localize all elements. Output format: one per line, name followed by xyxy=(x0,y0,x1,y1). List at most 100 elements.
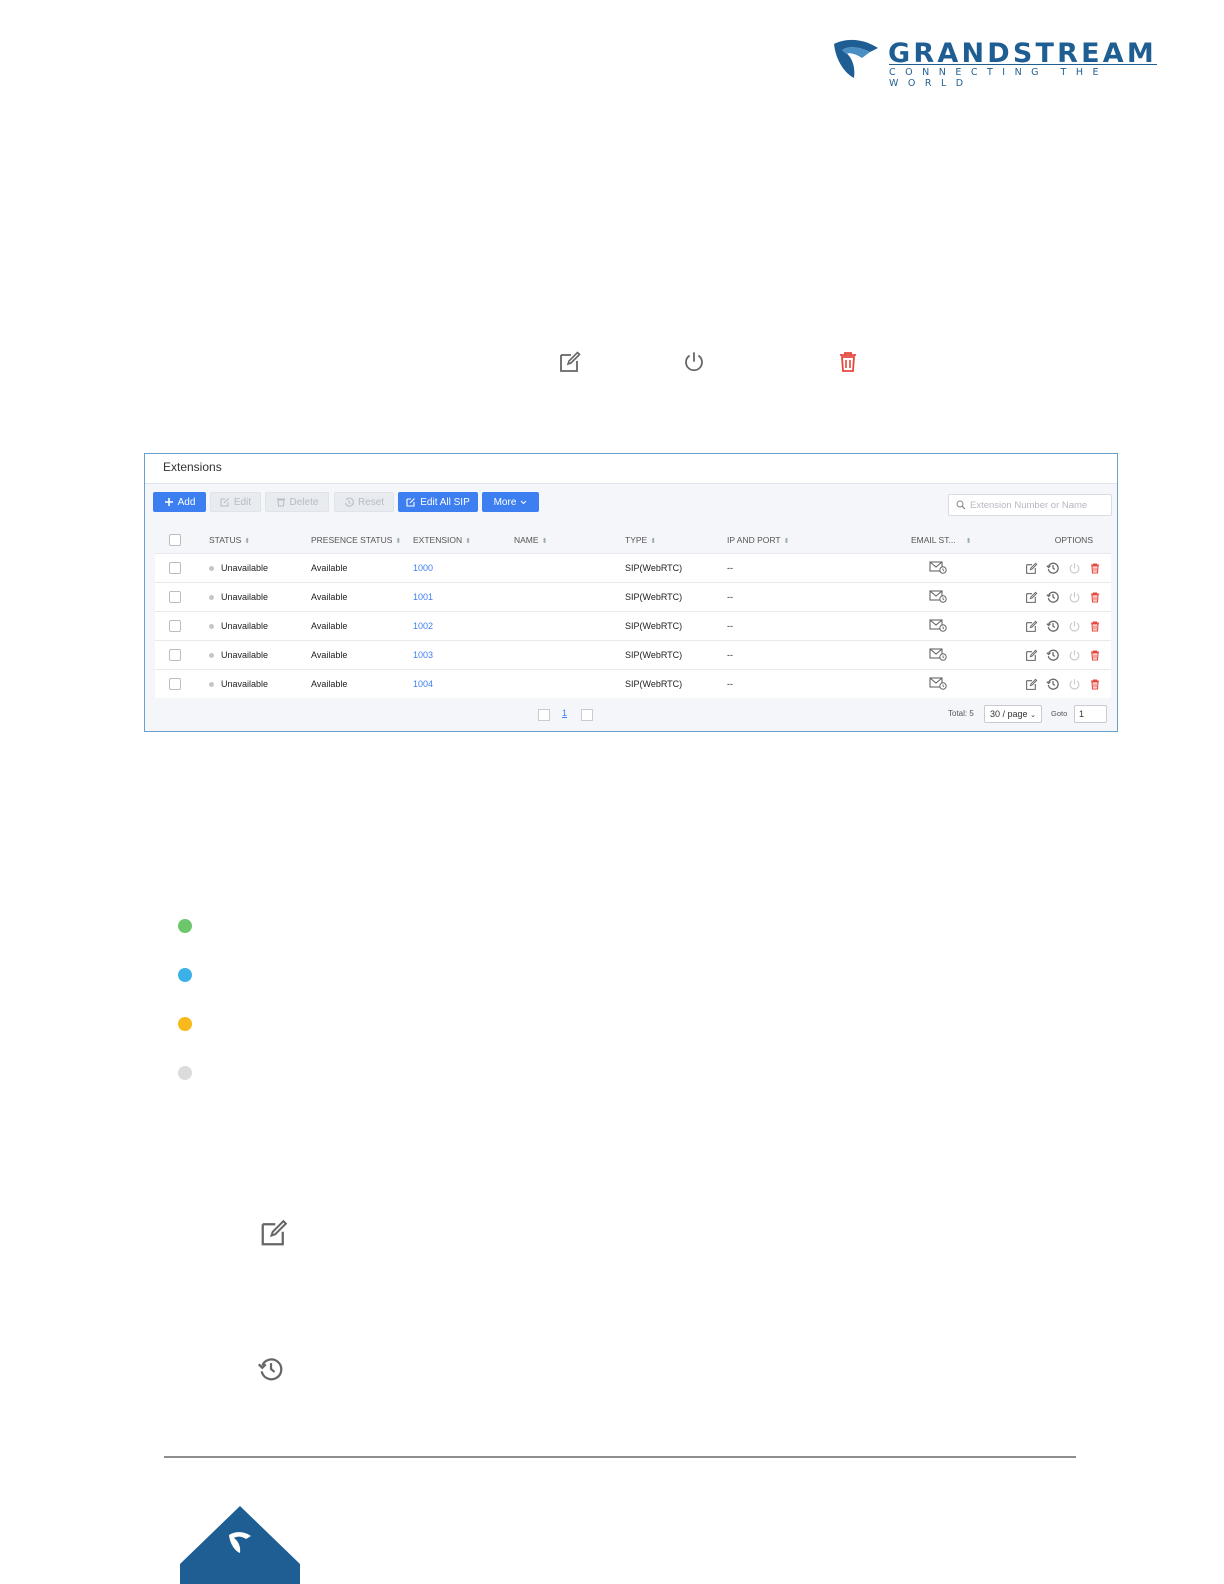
column-header-email-status[interactable]: EMAIL ST... ⬍ xyxy=(911,527,991,554)
extension-link[interactable]: 1003 xyxy=(413,650,433,660)
reset-button-label: Reset xyxy=(357,496,385,508)
column-header-presence[interactable]: PRESENCE STATUS ⬍ xyxy=(311,527,413,554)
column-header-status[interactable]: STATUS ⬍ xyxy=(209,527,311,554)
power-icon[interactable] xyxy=(1068,620,1081,633)
trash-icon[interactable] xyxy=(1089,649,1101,662)
status-dot-green xyxy=(178,919,192,933)
edit-icon[interactable] xyxy=(1025,562,1038,575)
row-checkbox[interactable] xyxy=(169,562,181,574)
power-icon[interactable] xyxy=(1068,591,1081,604)
edit-icon[interactable] xyxy=(1025,678,1038,691)
reset-history-icon[interactable] xyxy=(1046,648,1060,662)
type-cell: SIP(WebRTC) xyxy=(625,611,727,641)
next-page-button[interactable] xyxy=(581,709,593,721)
row-checkbox[interactable] xyxy=(169,649,181,661)
more-dropdown-button[interactable]: More xyxy=(482,492,539,512)
email-status-cell xyxy=(911,611,991,641)
search-input[interactable]: Extension Number or Name xyxy=(948,494,1112,516)
search-icon xyxy=(956,500,966,510)
options-cell xyxy=(991,582,1111,612)
options-cell xyxy=(991,640,1111,670)
name-cell xyxy=(514,611,625,641)
delete-button-label: Delete xyxy=(289,496,319,508)
trash-icon[interactable] xyxy=(1089,620,1101,633)
edit-button[interactable]: Edit xyxy=(210,492,261,512)
email-status-cell xyxy=(911,640,991,670)
page-number-current[interactable]: 1 xyxy=(562,708,567,718)
power-icon[interactable] xyxy=(1068,678,1081,691)
reset-history-icon[interactable] xyxy=(1046,590,1060,604)
goto-page-input[interactable]: 1 xyxy=(1074,705,1107,723)
row-checkbox[interactable] xyxy=(169,591,181,603)
status-cell: Unavailable xyxy=(209,553,311,583)
status-dot xyxy=(209,653,214,659)
chevron-down-icon: ⌄ xyxy=(1030,712,1036,719)
email-status-cell xyxy=(911,669,991,698)
trash-icon[interactable] xyxy=(1089,562,1101,575)
status-text: Unavailable xyxy=(221,592,269,602)
search-placeholder: Extension Number or Name xyxy=(970,500,1088,511)
edit-all-sip-button[interactable]: Edit All SIP xyxy=(398,492,478,512)
column-header-ip-port[interactable]: IP AND PORT ⬍ xyxy=(727,527,911,554)
status-dot xyxy=(209,624,214,630)
email-status-icon xyxy=(929,647,947,661)
presence-cell: Available xyxy=(311,640,413,670)
trash-icon xyxy=(840,352,856,372)
extension-link[interactable]: 1001 xyxy=(413,592,433,602)
power-icon xyxy=(685,352,703,372)
email-status-cell xyxy=(911,553,991,583)
add-button[interactable]: Add xyxy=(153,492,206,512)
trash-icon[interactable] xyxy=(1089,591,1101,604)
status-text: Unavailable xyxy=(221,621,269,631)
plus-icon xyxy=(164,498,173,506)
reset-history-icon[interactable] xyxy=(1046,561,1060,575)
total-count: Total: 5 xyxy=(948,709,974,718)
reset-history-icon xyxy=(344,497,354,507)
row-select-cell xyxy=(155,640,209,670)
edit-icon[interactable] xyxy=(1025,649,1038,662)
name-cell xyxy=(514,553,625,583)
power-icon[interactable] xyxy=(1068,649,1081,662)
prev-page-button[interactable] xyxy=(538,709,550,721)
power-icon[interactable] xyxy=(1068,562,1081,575)
column-header-type[interactable]: TYPE ⬍ xyxy=(625,527,727,554)
extension-link[interactable]: 1004 xyxy=(413,679,433,689)
reset-history-icon[interactable] xyxy=(1046,677,1060,691)
edit-icon[interactable] xyxy=(1025,620,1038,633)
extension-cell: 1001 xyxy=(413,582,514,612)
email-status-icon xyxy=(929,618,947,632)
options-cell xyxy=(991,611,1111,641)
extension-link[interactable]: 1002 xyxy=(413,621,433,631)
column-header-name[interactable]: NAME ⬍ xyxy=(514,527,625,554)
email-status-icon xyxy=(929,589,947,603)
edit-button-label: Edit xyxy=(233,496,252,508)
add-button-label: Add xyxy=(177,496,196,508)
select-all-checkbox[interactable] xyxy=(169,534,181,546)
sort-icon: ⬍ xyxy=(541,538,548,545)
email-status-icon xyxy=(929,676,947,690)
options-cell xyxy=(991,553,1111,583)
row-checkbox[interactable] xyxy=(169,620,181,632)
page-size-select[interactable]: 30 / page ⌄ xyxy=(984,705,1042,723)
goto-label: Goto xyxy=(1051,709,1068,718)
trash-icon[interactable] xyxy=(1089,678,1101,691)
extension-link[interactable]: 1000 xyxy=(413,563,433,573)
name-cell xyxy=(514,669,625,698)
status-dot-blue xyxy=(178,968,192,982)
row-checkbox[interactable] xyxy=(169,678,181,690)
row-options xyxy=(991,619,1111,633)
page-size-value: 30 / page xyxy=(990,709,1028,719)
column-label: EXTENSION xyxy=(413,535,463,545)
status-cell: Unavailable xyxy=(209,611,311,641)
status-dot-gray xyxy=(178,1066,192,1080)
column-header-extension[interactable]: EXTENSION ⬍ xyxy=(413,527,514,554)
status-dot-yellow xyxy=(178,1017,192,1031)
sort-icon: ⬍ xyxy=(783,538,790,545)
reset-button[interactable]: Reset xyxy=(334,492,394,512)
reset-history-icon[interactable] xyxy=(1046,619,1060,633)
delete-button[interactable]: Delete xyxy=(265,492,329,512)
column-label: PRESENCE STATUS xyxy=(311,535,393,545)
edit-icon[interactable] xyxy=(1025,591,1038,604)
edit-icon xyxy=(560,351,581,372)
column-label: EMAIL ST... xyxy=(911,535,956,545)
